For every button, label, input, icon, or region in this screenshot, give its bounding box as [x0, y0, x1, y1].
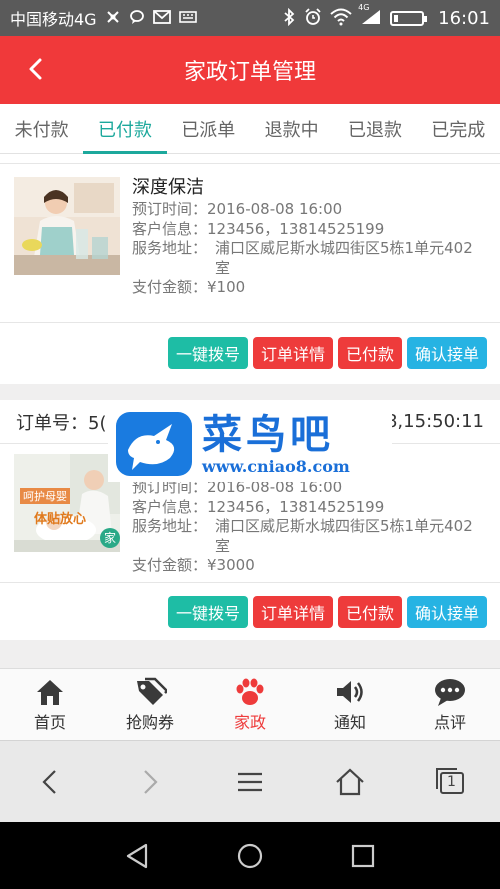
- tab-completed[interactable]: 已完成: [417, 104, 500, 153]
- order-actions: 一键拨号 订单详情 已付款 确认接单: [0, 582, 500, 640]
- nav-label: 家政: [233, 712, 266, 732]
- watermark-url: www.cniao8.com: [202, 456, 350, 476]
- customer-info-label: 客户信息：: [132, 219, 208, 238]
- battery-level: [394, 14, 399, 22]
- app-header: 家政订单管理: [0, 36, 500, 104]
- battery-icon: [390, 10, 428, 26]
- watermark-title: 菜鸟吧: [202, 410, 334, 458]
- order-number: 5(: [88, 412, 107, 434]
- status-bar: 中国移动4G 4G 16:01: [0, 0, 500, 36]
- carrier-label: 中国移动4G: [10, 10, 97, 29]
- tab-refunded[interactable]: 已退款: [333, 104, 416, 153]
- wifi-icon: [330, 8, 352, 29]
- order-number-label: 订单号：: [16, 412, 88, 434]
- address-label: 服务地址：: [132, 239, 208, 257]
- nav-item-notifications[interactable]: 通知: [300, 669, 400, 740]
- system-back-icon[interactable]: [122, 841, 152, 871]
- system-home-icon[interactable]: [235, 841, 265, 871]
- service-image[interactable]: 呵护母婴 体贴放心 家: [14, 454, 120, 552]
- paid-status-button[interactable]: 已付款: [337, 595, 402, 628]
- tab-unpaid[interactable]: 未付款: [0, 104, 83, 153]
- customer-info: 123456，13814525199: [207, 219, 385, 238]
- keyboard-icon: [178, 9, 197, 28]
- service-name: 深度保洁: [132, 177, 204, 198]
- call-button[interactable]: 一键拨号: [167, 336, 248, 369]
- payment-amount: ¥3000: [207, 556, 255, 574]
- service-address: 浦口区威尼斯水城四街区5栋1单元402室: [215, 517, 473, 555]
- browser-home-icon[interactable]: [333, 765, 367, 799]
- bottom-nav: 首页 抢购券 家政 通知 点评: [0, 668, 500, 740]
- address-label: 服务地址：: [132, 517, 208, 535]
- browser-back-icon[interactable]: [33, 765, 67, 799]
- service-image[interactable]: [14, 177, 120, 275]
- amount-label: 支付金额：: [132, 556, 208, 574]
- nav-label: 首页: [33, 712, 66, 732]
- nav-label: 点评: [433, 712, 466, 732]
- nav-label: 通知: [333, 712, 366, 732]
- order-details-button[interactable]: 订单详情: [252, 595, 333, 628]
- service-address: 浦口区威尼斯水城四街区5栋1单元402室: [215, 239, 473, 277]
- tab-dispatched[interactable]: 已派单: [167, 104, 250, 153]
- payment-amount: ¥100: [207, 278, 246, 296]
- amount-label: 支付金额：: [132, 278, 208, 296]
- browser-toolbar: 1: [0, 740, 500, 822]
- home-icon: [37, 679, 63, 705]
- nav-item-coupons[interactable]: 抢购券: [100, 669, 200, 740]
- clock: 16:01: [438, 7, 490, 29]
- order-details-button[interactable]: 订单详情: [252, 336, 333, 369]
- browser-forward-icon[interactable]: [133, 765, 167, 799]
- network-type-label: 4G: [358, 2, 370, 12]
- usb-icon: [105, 9, 121, 28]
- message-icon: [129, 9, 145, 28]
- page-title: 家政订单管理: [183, 60, 316, 85]
- signal-icon: 4G: [358, 3, 382, 29]
- confirm-order-button[interactable]: 确认接单: [406, 336, 487, 369]
- nav-item-home[interactable]: 首页: [0, 669, 100, 740]
- system-nav-bar: [0, 822, 500, 889]
- customer-info-label: 客户信息：: [132, 497, 208, 516]
- cleaning-woman-photo: [14, 177, 120, 275]
- order-actions: 一键拨号 订单详情 已付款 确认接单: [0, 322, 500, 382]
- nav-label: 抢购券: [125, 712, 174, 732]
- image-caption-1: 呵护母婴: [20, 488, 70, 504]
- customer-info: 123456，13814525199: [207, 497, 385, 516]
- order-card: 深度保洁 预订时间： 2016-08-08 16:00 客户信息： 123456，1…: [0, 154, 500, 384]
- tag-icon: [137, 677, 167, 705]
- chevron-left-icon: [29, 58, 42, 80]
- order-time: 8,15:50:11: [385, 411, 484, 432]
- chat-bubble-icon: [435, 678, 465, 706]
- confirm-order-button[interactable]: 确认接单: [406, 595, 487, 628]
- system-recents-icon[interactable]: [348, 841, 378, 871]
- bluetooth-icon: [282, 7, 296, 29]
- menu-icon[interactable]: [233, 765, 267, 799]
- paid-status-button[interactable]: 已付款: [337, 336, 402, 369]
- image-badge: 家: [104, 531, 117, 545]
- nav-item-housekeeping[interactable]: 家政: [200, 669, 300, 740]
- tab-count: 1: [447, 773, 456, 790]
- tab-refunding[interactable]: 退款中: [250, 104, 333, 153]
- mail-icon: [152, 9, 171, 28]
- watermark-overlay: 菜鸟吧 www.cniao8.com: [108, 406, 392, 482]
- call-button[interactable]: 一键拨号: [167, 595, 248, 628]
- nav-item-reviews[interactable]: 点评: [400, 669, 500, 740]
- tab-paid[interactable]: 已付款: [83, 104, 167, 154]
- booking-time-label: 预订时间：: [132, 200, 208, 218]
- bird-logo-icon: [116, 412, 192, 476]
- back-button[interactable]: [22, 54, 52, 84]
- alarm-icon: [304, 7, 322, 29]
- speaker-icon: [337, 680, 363, 703]
- image-caption-2: 体贴放心: [34, 512, 87, 527]
- paw-icon: [236, 678, 264, 705]
- tabs-button[interactable]: 1: [433, 765, 467, 799]
- order-status-tabs: 未付款 已付款 已派单 退款中 已退款 已完成: [0, 104, 500, 154]
- booking-time: 2016-08-08 16:00: [207, 200, 343, 218]
